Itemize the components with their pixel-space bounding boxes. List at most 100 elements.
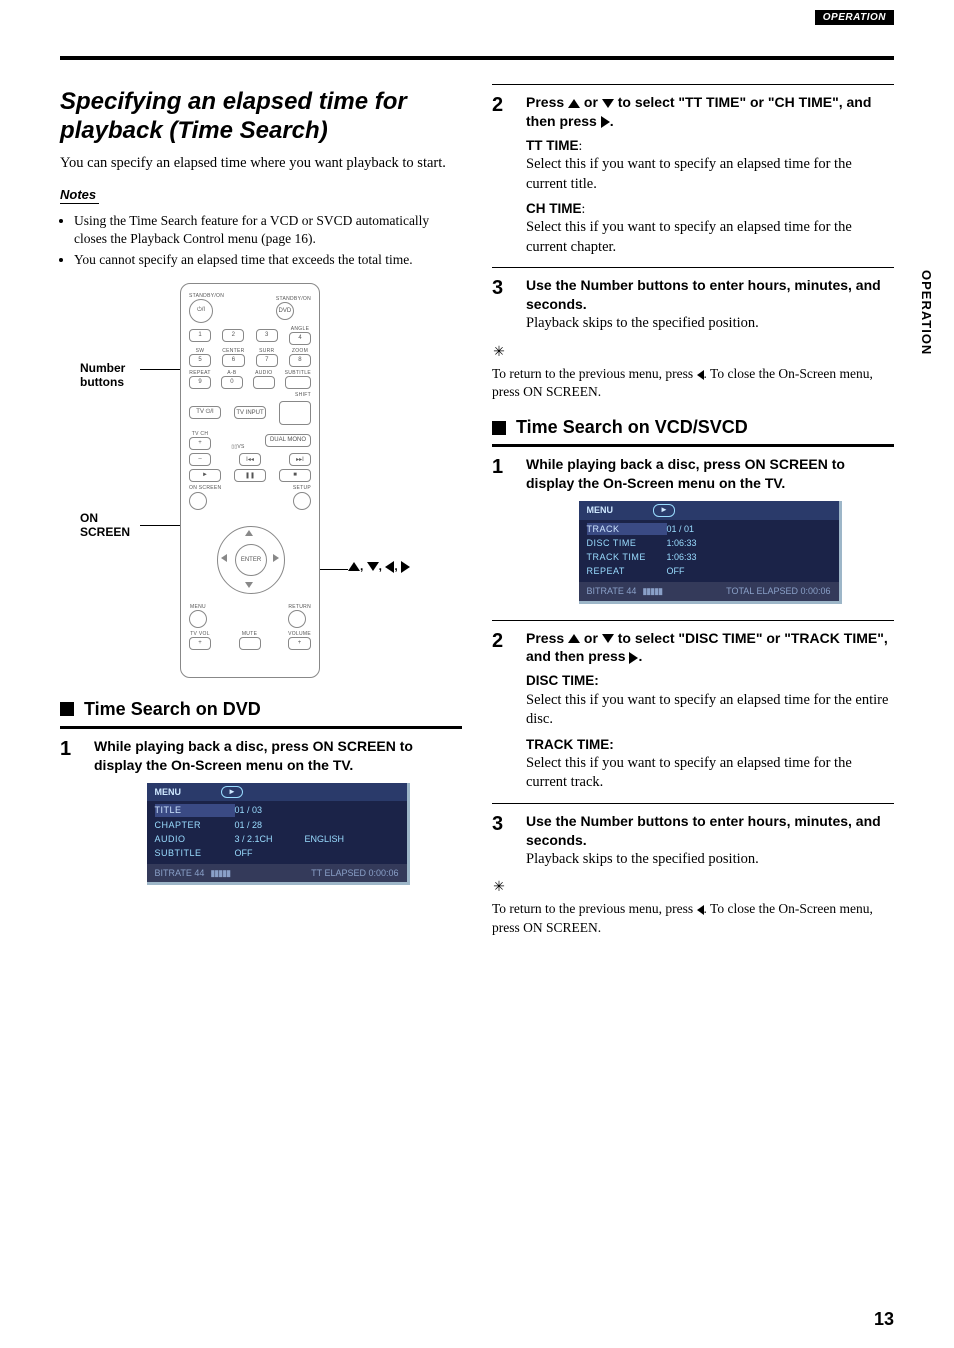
rule <box>492 444 894 447</box>
dpad-up-icon <box>245 530 253 536</box>
square-bullet-icon <box>492 421 506 435</box>
tt-time-body: Select this if you want to specify an el… <box>526 155 894 194</box>
num-9-button: 9 <box>189 376 211 389</box>
down-arrow-icon <box>367 562 379 571</box>
notes-label: Notes <box>60 187 99 204</box>
pause-button: ❚❚ <box>234 469 266 482</box>
osd-bitrate: BITRATE 44 <box>587 585 637 597</box>
left-column: Specifying an elapsed time for playback … <box>60 78 462 937</box>
dpad-down-icon <box>245 582 253 588</box>
num-4-button: 4 <box>289 332 311 345</box>
num-6-button: 6 <box>222 354 244 367</box>
stop-button: ■ <box>279 469 311 482</box>
num-7-button: 7 <box>256 354 278 367</box>
square-bullet-icon <box>60 702 74 716</box>
osd-menu-label: MENU <box>155 786 182 798</box>
dpad-left-icon <box>221 554 227 562</box>
page-number: 13 <box>874 1309 894 1330</box>
audio-button <box>253 376 275 389</box>
right-column: 2 Press or to select "TT TIME" or "CH TI… <box>492 78 894 937</box>
tvvol-button: + <box>189 637 211 650</box>
subtitle-button <box>285 376 311 389</box>
step-title: Press or to select "TT TIME" or "CH TIME… <box>526 93 894 131</box>
left-arrow-icon <box>697 905 704 915</box>
note-item: You cannot specify an elapsed time that … <box>74 251 462 269</box>
notes-list: Using the Time Search feature for a VCD … <box>60 212 462 269</box>
vcd-step-2: 2 Press or to select "DISC TIME" or "TRA… <box>492 629 894 793</box>
track-time-label: TRACK TIME: <box>526 736 894 754</box>
rule <box>492 267 894 268</box>
ch-time-body: Select this if you want to specify an el… <box>526 218 894 257</box>
num-1-button: 1 <box>189 329 211 342</box>
step-number: 2 <box>492 93 512 257</box>
up-arrow-icon <box>348 562 360 571</box>
step-title: While playing back a disc, press ON SCRE… <box>94 737 462 775</box>
step-title: Use the Number buttons to enter hours, m… <box>526 276 894 314</box>
step-body-text: Playback skips to the specified position… <box>526 850 894 870</box>
dvd-button: DVD <box>276 302 294 320</box>
osd-elapsed: TT ELAPSED 0:00:06 <box>311 867 398 879</box>
down-arrow-icon <box>602 634 614 643</box>
left-arrow-icon <box>697 370 704 380</box>
callout-number-buttons: Number buttons <box>80 361 140 390</box>
blank-button <box>279 401 311 425</box>
osd-elapsed: TOTAL ELAPSED 0:00:06 <box>726 585 830 597</box>
hint-icon: ✳ <box>492 344 506 361</box>
tv-power-button: TV ⏻/I <box>189 406 221 419</box>
vcd-step-3: 3 Use the Number buttons to enter hours,… <box>492 812 894 869</box>
disc-time-body: Select this if you want to specify an el… <box>526 691 894 730</box>
osd-vcd-menu: MENU ► TRACK01 / 01 DISC TIME1:06:33 TRA… <box>579 501 842 604</box>
dvd-step-3: 3 Use the Number buttons to enter hours,… <box>492 276 894 333</box>
dvd-step-1: 1 While playing back a disc, press ON SC… <box>60 737 462 891</box>
note-item: Using the Time Search feature for a VCD … <box>74 212 462 248</box>
step-number: 1 <box>60 737 80 891</box>
dpad-right-icon <box>273 554 279 562</box>
rule <box>492 803 894 804</box>
step-number: 3 <box>492 812 512 869</box>
step-title: Press or to select "DISC TIME" or "TRACK… <box>526 629 894 667</box>
next-button: ▸▸I <box>289 453 311 466</box>
setup-button <box>293 492 311 510</box>
dual-mono-button: DUAL MONO <box>265 434 311 447</box>
osd-bitrate-bars-icon: ▮▮▮▮▮ <box>210 867 230 879</box>
intro-text: You can specify an elapsed time where yo… <box>60 154 462 174</box>
volume-button: + <box>288 637 311 650</box>
rule <box>60 726 462 729</box>
remote-diagram: Number buttons ON SCREEN , , , STANDBY/O… <box>80 283 440 683</box>
num-0-button: 0 <box>221 376 243 389</box>
on-screen-button <box>189 492 207 510</box>
num-8-button: 8 <box>289 354 311 367</box>
vcd-subheading: Time Search on VCD/SVCD <box>492 417 894 438</box>
up-arrow-icon <box>568 634 580 643</box>
play-button: ► <box>189 469 221 482</box>
direction-pad: ENTER <box>205 514 295 604</box>
tvch-down-button: – <box>189 453 211 466</box>
tvch-up-button: + <box>189 437 211 450</box>
num-3-button: 3 <box>256 329 278 342</box>
dvd-subheading: Time Search on DVD <box>60 699 462 720</box>
prev-button: I◂◂ <box>239 453 261 466</box>
top-rule <box>60 56 894 78</box>
mute-button <box>239 637 261 650</box>
remote-body: STANDBY/ON ⏻/I STANDBY/ON DVD 1 2 3 AN <box>180 283 320 678</box>
vcd-step-1: 1 While playing back a disc, press ON SC… <box>492 455 894 609</box>
osd-play-icon: ► <box>221 786 243 799</box>
standby-button: ⏻/I <box>189 299 213 323</box>
disc-time-label: DISC TIME: <box>526 672 894 690</box>
enter-button: ENTER <box>235 544 267 576</box>
tip-text: To return to the previous menu, press . … <box>492 365 894 401</box>
step-title: While playing back a disc, press ON SCRE… <box>526 455 894 493</box>
main-heading: Specifying an elapsed time for playback … <box>60 88 462 146</box>
step-number: 1 <box>492 455 512 609</box>
step-number: 3 <box>492 276 512 333</box>
hint-icon: ✳ <box>492 879 506 896</box>
osd-bitrate-bars-icon: ▮▮▮▮▮ <box>642 585 662 597</box>
step-number: 2 <box>492 629 512 793</box>
track-time-body: Select this if you want to specify an el… <box>526 754 894 793</box>
right-arrow-icon <box>601 116 610 128</box>
left-arrow-icon <box>385 561 394 573</box>
osd-bitrate: BITRATE 44 <box>155 867 205 879</box>
dvd-step-2: 2 Press or to select "TT TIME" or "CH TI… <box>492 93 894 257</box>
callout-direction-arrows: , , , <box>348 559 410 573</box>
tip-text: To return to the previous menu, press . … <box>492 900 894 936</box>
